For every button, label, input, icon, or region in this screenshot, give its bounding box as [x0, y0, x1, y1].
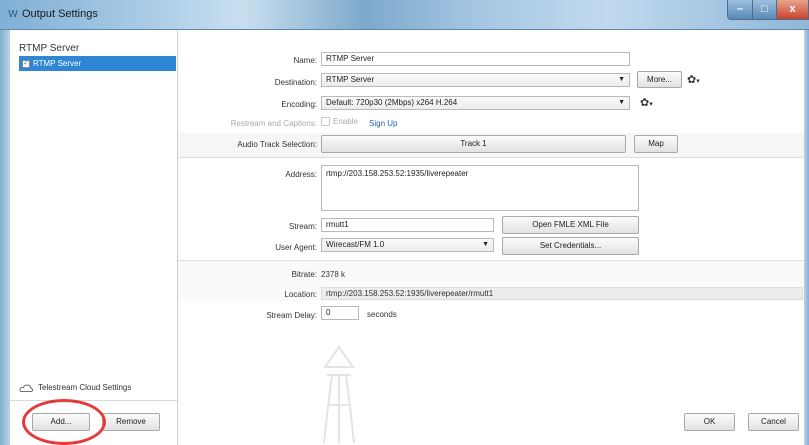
telestream-cloud-settings[interactable]: Telestream Cloud Settings: [19, 383, 131, 392]
enable-checkbox[interactable]: [321, 117, 330, 127]
destination-label: Destination:: [274, 78, 317, 87]
restream-label: Restream and Captions:: [230, 119, 317, 128]
close-button[interactable]: x: [776, 0, 809, 20]
dropdown-arrow-icon: ▼: [618, 76, 625, 83]
window-frame-left: [0, 30, 10, 445]
open-fmle-xml-button[interactable]: Open FMLE XML File: [502, 216, 639, 234]
output-item-label: RTMP Server: [33, 59, 82, 68]
output-item-rtmp-server[interactable]: ✓ RTMP Server: [19, 56, 176, 71]
stream-delay-label: Stream Delay:: [266, 311, 317, 320]
location-value: rtmp://203.158.253.52:1935/liverepeater/…: [321, 287, 803, 300]
dropdown-arrow-icon: ▼: [482, 241, 489, 248]
audio-track-label: Audio Track Selection:: [237, 140, 317, 149]
address-label: Address:: [285, 170, 317, 179]
location-label: Location:: [284, 290, 317, 299]
name-field[interactable]: RTMP Server: [321, 52, 630, 66]
name-label: Name:: [293, 56, 317, 65]
user-agent-label: User Agent:: [275, 243, 317, 252]
stream-field[interactable]: rmutt1: [321, 218, 494, 232]
encoding-select[interactable]: Default: 720p30 (2Mbps) x264 H.264 ▼: [321, 96, 630, 110]
destination-value: RTMP Server: [326, 75, 375, 84]
stream-delay-field[interactable]: 0: [321, 306, 359, 320]
dropdown-arrow-icon: ▼: [618, 99, 625, 106]
panel-header: RTMP Server: [19, 43, 80, 54]
divider: [10, 400, 178, 401]
stream-label: Stream:: [288, 222, 317, 231]
annotation-circle: [22, 399, 106, 445]
maximize-button[interactable]: □: [752, 0, 777, 20]
gear-icon[interactable]: ✿▾: [687, 73, 700, 86]
cloud-settings-label: Telestream Cloud Settings: [38, 383, 132, 392]
cloud-icon: [19, 384, 33, 392]
ok-button[interactable]: OK: [684, 413, 735, 431]
address-field[interactable]: rtmp://203.158.253.52:1935/liverepeater: [321, 165, 639, 211]
encoding-label: Encoding:: [281, 100, 317, 109]
more-button[interactable]: More...: [637, 71, 682, 88]
checkbox-checked-icon[interactable]: ✓: [22, 59, 30, 68]
destination-select[interactable]: RTMP Server ▼: [321, 73, 630, 87]
minimize-button[interactable]: –: [727, 0, 753, 20]
map-button[interactable]: Map: [634, 135, 678, 153]
user-agent-value: Wirecast/FM 1.0: [326, 240, 385, 249]
stream-delay-unit: seconds: [367, 310, 397, 319]
encoding-value: Default: 720p30 (2Mbps) x264 H.264: [326, 98, 458, 107]
title-bar: W Output Settings: [0, 0, 809, 30]
user-agent-select[interactable]: Wirecast/FM 1.0 ▼: [321, 238, 494, 252]
cancel-button[interactable]: Cancel: [748, 413, 799, 431]
bitrate-value: 2378 k: [321, 270, 346, 279]
track-1-button[interactable]: Track 1: [321, 135, 626, 153]
divider: [178, 157, 804, 158]
window-frame-right: [804, 30, 809, 445]
bitrate-label: Bitrate:: [291, 270, 317, 279]
sign-up-link[interactable]: Sign Up: [369, 119, 397, 128]
enable-label: Enable: [333, 117, 358, 126]
wirecast-icon: W: [8, 9, 18, 20]
remove-button[interactable]: Remove: [102, 413, 160, 431]
set-credentials-button[interactable]: Set Credentials...: [502, 237, 639, 255]
enable-checkbox-row[interactable]: Enable: [321, 117, 358, 127]
tower-logo-icon: [323, 345, 355, 444]
encoding-gear-icon[interactable]: ✿▾: [640, 96, 653, 109]
window-title: Output Settings: [22, 8, 98, 20]
